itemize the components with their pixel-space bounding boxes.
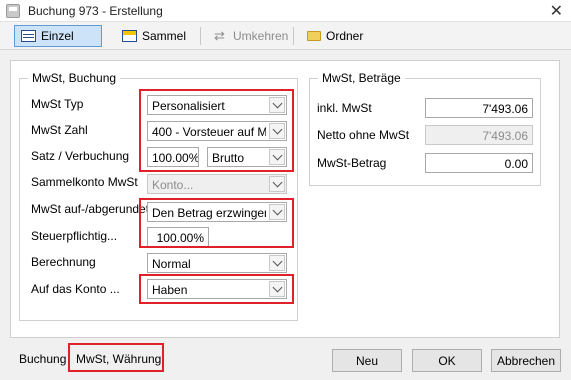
- berechnung-value: Normal: [152, 257, 191, 271]
- sammelkonto-select[interactable]: Konto...: [147, 174, 287, 194]
- toolbar-divider: [293, 27, 294, 45]
- title-bar: Buchung 973 - Erstellung ✕: [0, 0, 571, 22]
- ok-button[interactable]: OK: [412, 349, 482, 372]
- umkehren-label: Umkehren: [233, 29, 289, 43]
- window-title: Buchung 973 - Erstellung: [28, 4, 163, 18]
- group-title: MwSt, Beträge: [318, 71, 405, 85]
- chevron-down-icon[interactable]: [269, 176, 285, 192]
- mwst-zahl-label: MwSt Zahl: [31, 123, 88, 137]
- tab-buchung[interactable]: Buchung: [19, 352, 66, 366]
- chevron-down-icon[interactable]: [269, 255, 285, 271]
- list-icon: [21, 30, 36, 42]
- konto-label: Auf das Konto ...: [31, 282, 120, 296]
- inkl-label: inkl. MwSt: [317, 101, 372, 115]
- betrag-input[interactable]: 0.00: [425, 153, 533, 173]
- toolbar: Einzel Sammel ⇄ Umkehren Ordner: [0, 22, 571, 50]
- highlight-box: [139, 89, 294, 172]
- mwst-typ-label: MwSt Typ: [31, 97, 84, 111]
- highlight-box: [139, 274, 294, 304]
- steuer-label: Steuerpflichtig...: [31, 229, 118, 243]
- sammel-button[interactable]: Sammel: [116, 25, 192, 47]
- netto-input[interactable]: 7'493.06: [425, 125, 533, 145]
- umkehren-button[interactable]: ⇄ Umkehren: [208, 25, 294, 47]
- highlight-box: [68, 343, 164, 372]
- einzel-button[interactable]: Einzel: [14, 25, 102, 47]
- betrag-label: MwSt-Betrag: [317, 156, 387, 170]
- sammelkonto-label: Sammelkonto MwSt: [31, 175, 138, 189]
- close-icon[interactable]: ✕: [550, 1, 563, 21]
- netto-label: Netto ohne MwSt: [317, 128, 410, 142]
- ordner-button[interactable]: Ordner: [301, 25, 369, 47]
- reverse-icon: ⇄: [214, 28, 225, 43]
- inkl-input[interactable]: 7'493.06: [425, 98, 533, 118]
- berechnung-select[interactable]: Normal: [147, 253, 287, 273]
- summary-icon: [122, 30, 137, 42]
- sammel-label: Sammel: [142, 29, 187, 43]
- abbrechen-button[interactable]: Abbrechen: [491, 349, 561, 372]
- toolbar-divider: [200, 27, 201, 45]
- neu-button[interactable]: Neu: [332, 349, 402, 372]
- folder-icon: [307, 31, 321, 41]
- ordner-label: Ordner: [326, 29, 364, 43]
- aufgerundet-label: MwSt auf-/abgerundet: [31, 202, 150, 216]
- app-icon: [6, 4, 20, 18]
- berechnung-label: Berechnung: [31, 255, 96, 269]
- main-panel: MwSt, Buchung MwSt Typ Personalisiert Mw…: [10, 60, 560, 338]
- highlight-box: [139, 198, 294, 248]
- sammelkonto-value: Konto...: [152, 178, 194, 192]
- satz-label: Satz / Verbuchung: [31, 149, 130, 163]
- einzel-label: Einzel: [41, 29, 74, 43]
- group-title: MwSt, Buchung: [28, 71, 121, 85]
